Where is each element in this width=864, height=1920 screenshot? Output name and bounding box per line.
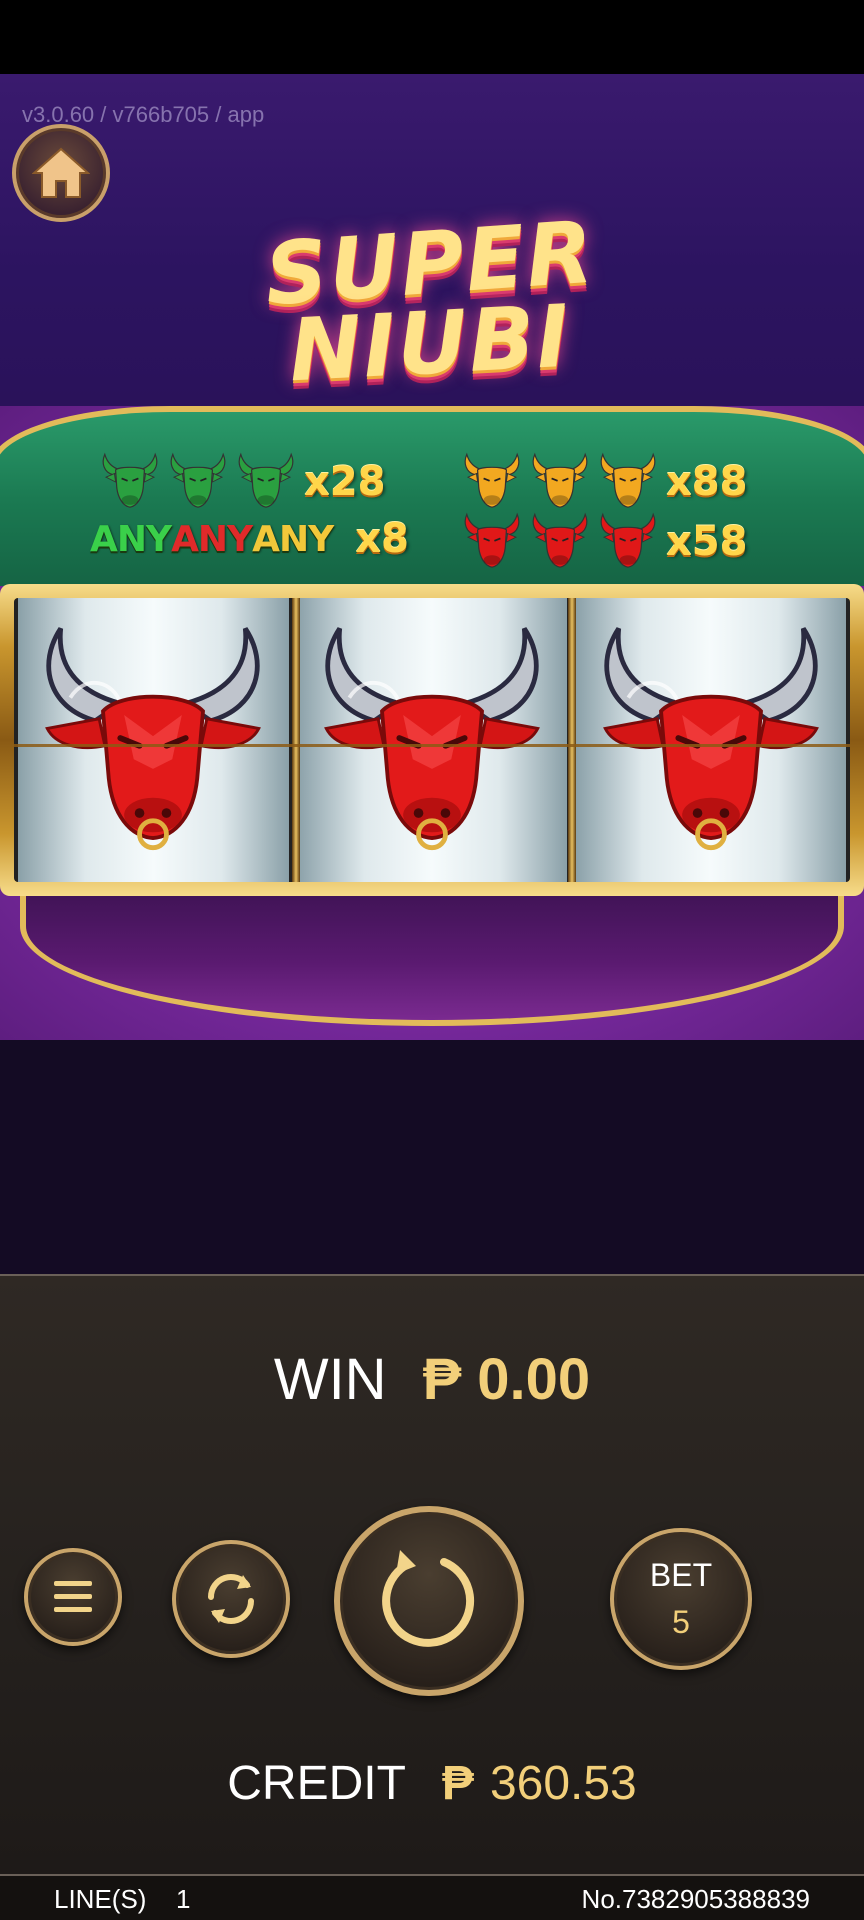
win-display: WIN ₱ 0.00: [0, 1346, 864, 1413]
credit-display: CREDIT ₱ 360.53: [0, 1756, 864, 1811]
green-bull-icon: [236, 452, 296, 512]
paytable-row-any: ANY ANY ANY x8: [90, 516, 409, 562]
paytable-row-gold: x88: [462, 452, 747, 512]
currency-symbol: ₱: [441, 1757, 474, 1810]
spin-button[interactable]: [334, 1506, 524, 1696]
any-word: ANY: [90, 518, 172, 560]
paytable-mult: x58: [666, 519, 748, 565]
home-icon: [32, 147, 90, 198]
reels-window: [14, 598, 850, 882]
red-bull-symbol: [28, 605, 278, 875]
gold-bull-icon: [462, 452, 522, 512]
green-bull-icon: [168, 452, 228, 512]
footer-bar: LINE(S) 1 No.7382905388839: [0, 1874, 864, 1920]
gold-bull-icon: [530, 452, 590, 512]
reel-2: [296, 598, 568, 882]
red-bull-icon: [530, 512, 590, 572]
spin-icon: [382, 1550, 475, 1647]
gold-bull-icon: [598, 452, 658, 512]
green-bull-icon: [100, 452, 160, 512]
status-bar: [0, 0, 864, 74]
paytable-mult: x28: [304, 459, 386, 505]
reel-3: [575, 598, 847, 882]
reel-1: [18, 598, 289, 882]
slot-machine: x28 x88 ANY ANY ANY x8 x58: [0, 406, 864, 1040]
paytable-mult: x88: [666, 459, 748, 505]
paytable-row-red: x58: [462, 512, 747, 572]
paytable-row-green: x28: [100, 452, 385, 512]
red-bull-icon: [598, 512, 658, 572]
refresh-icon: [208, 1574, 254, 1624]
any-word: ANY: [171, 518, 253, 560]
reel-divider: [292, 598, 300, 882]
menu-button[interactable]: [24, 1548, 122, 1646]
reel-divider: [568, 598, 576, 882]
red-bull-symbol: [586, 605, 836, 875]
win-label: WIN: [273, 1347, 387, 1412]
spacer-area: [0, 1040, 864, 1274]
reels-frame: [0, 584, 864, 896]
bet-label: BET: [649, 1557, 713, 1593]
currency-symbol: ₱: [422, 1347, 462, 1412]
bet-button[interactable]: BET 5: [610, 1528, 752, 1670]
paytable-mult: x8: [355, 516, 409, 562]
paytable: x28 x88 ANY ANY ANY x8 x58: [0, 406, 864, 586]
red-bull-icon: [462, 512, 522, 572]
lines-label: LINE(S): [54, 1884, 147, 1914]
bet-value: 5: [672, 1604, 690, 1640]
control-panel: WIN ₱ 0.00 BET 5 CREDIT ₱ 360.53: [0, 1274, 864, 1874]
lines-value: 1: [176, 1884, 191, 1914]
game-header: v3.0.60 / v766b705 / app SUPER NIUBI: [0, 74, 864, 406]
win-value: 0.00: [477, 1347, 591, 1412]
credit-label: CREDIT: [227, 1757, 406, 1810]
autoplay-button[interactable]: [172, 1540, 290, 1658]
red-bull-symbol: [307, 605, 557, 875]
ticket-number: No.7382905388839: [581, 1884, 810, 1914]
payline: [14, 744, 850, 747]
menu-icon: [54, 1581, 92, 1612]
any-word: ANY: [252, 518, 334, 560]
home-button[interactable]: [12, 124, 110, 222]
credit-value: 360.53: [489, 1757, 637, 1810]
game-logo: SUPER NIUBI: [180, 144, 680, 404]
